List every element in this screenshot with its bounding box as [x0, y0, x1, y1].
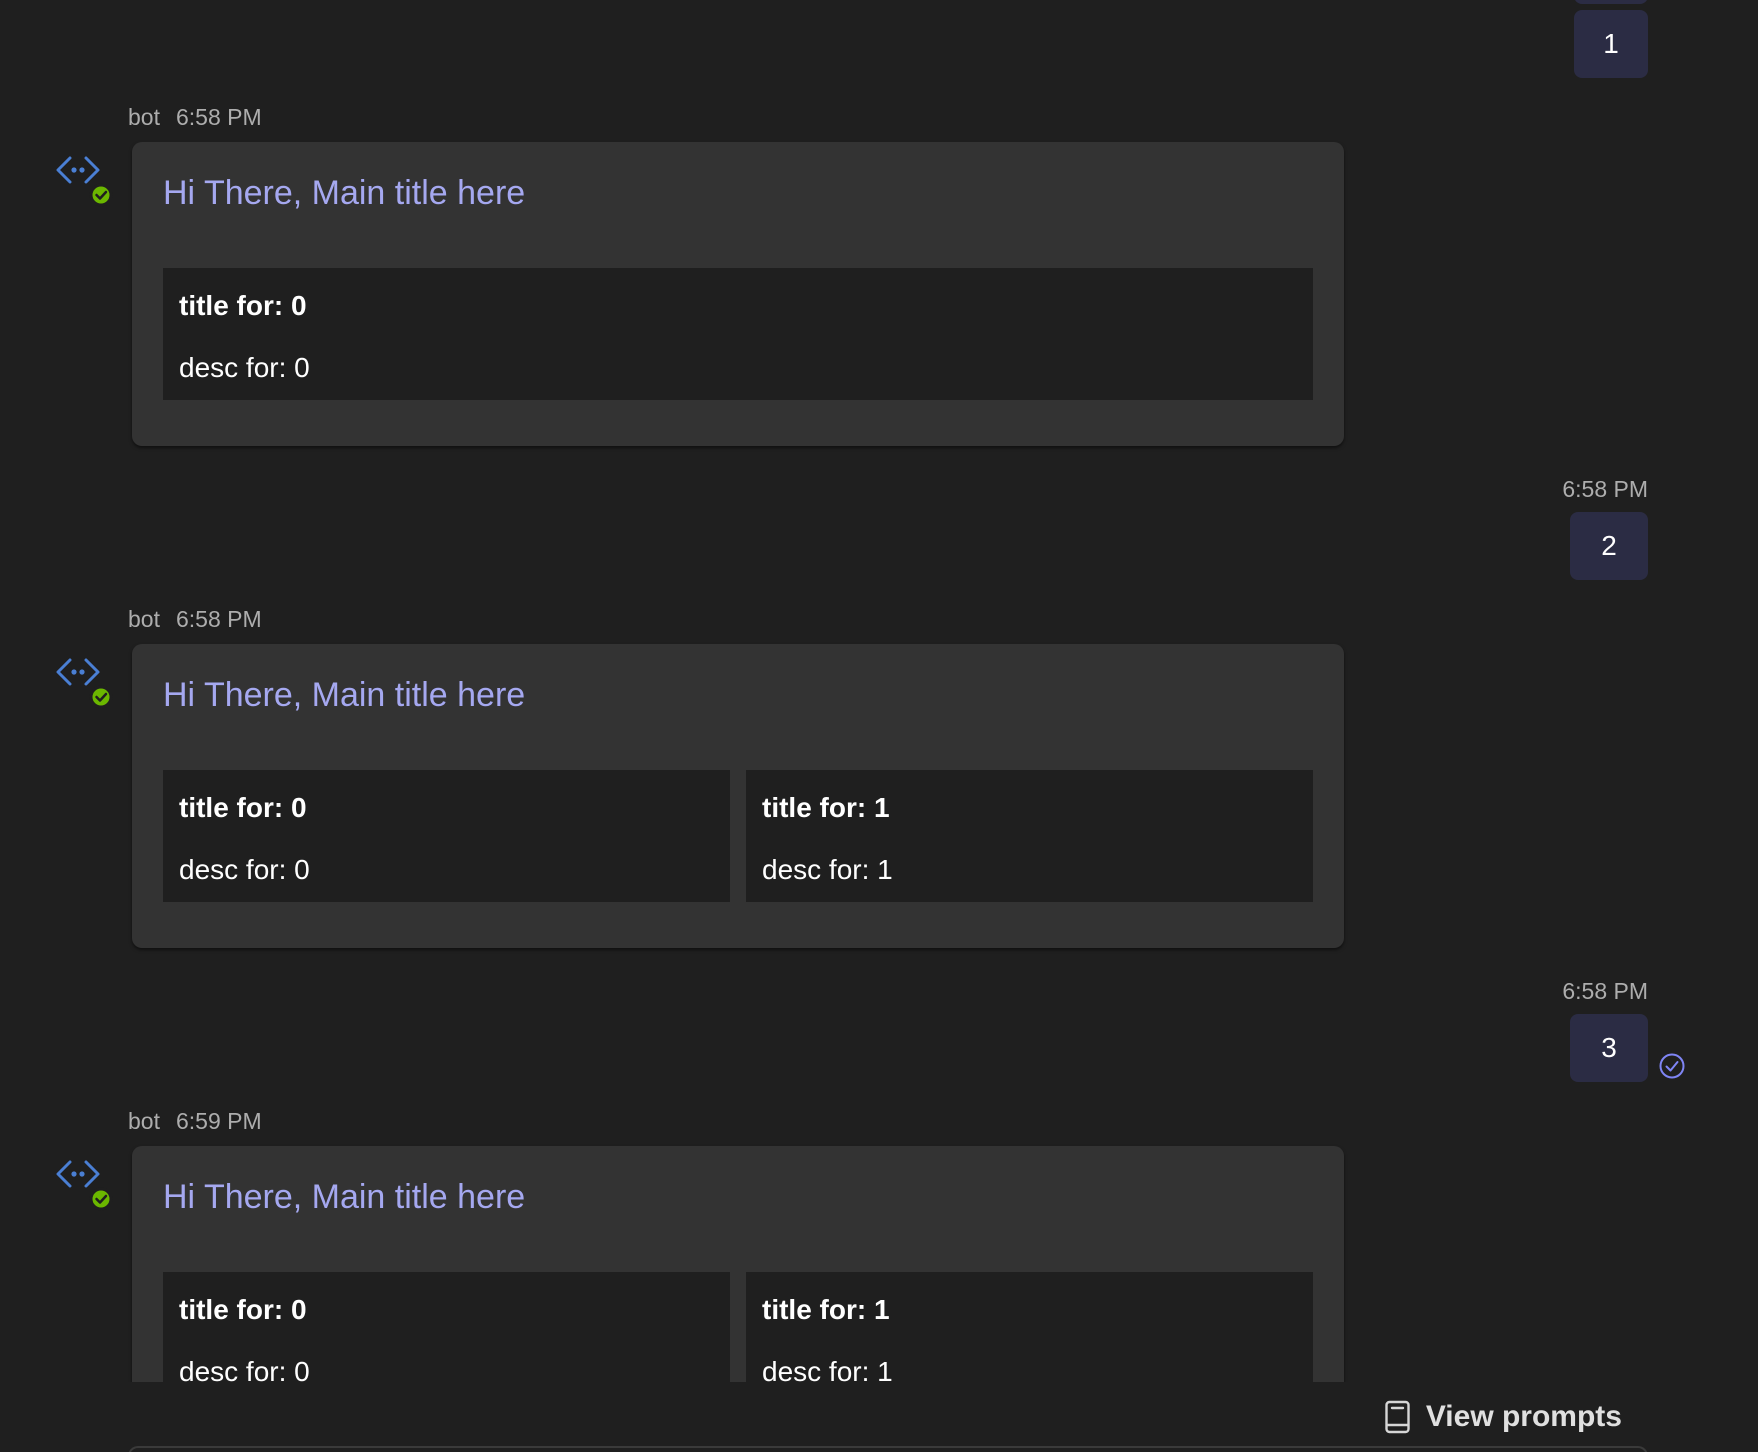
- bot-message-time: 6:58 PM: [175, 606, 262, 632]
- view-prompts-label: View prompts: [1425, 1400, 1622, 1433]
- bot-message-header: bot 6:59 PM: [128, 1108, 262, 1135]
- card-item-title: title for: 0: [179, 290, 307, 321]
- user-message-text: 2: [1601, 530, 1617, 561]
- bot-message-header: bot 6:58 PM: [128, 104, 262, 131]
- card-item-desc: desc for: 1: [762, 1356, 893, 1382]
- bot-avatar-icon[interactable]: [56, 1156, 114, 1214]
- adaptive-card: Hi There, Main title here title for: 0 d…: [132, 644, 1344, 948]
- card-item: title for: 1 desc for: 1: [746, 770, 1313, 902]
- card-item-title: title for: 1: [762, 1294, 890, 1325]
- user-message-time: 6:58 PM: [1562, 476, 1648, 502]
- compose-area: View prompts: [0, 1382, 1758, 1452]
- adaptive-card: Hi There, Main title here title for: 0 d…: [132, 142, 1344, 446]
- card-title: Hi There, Main title here: [163, 676, 526, 714]
- card-item: title for: 0 desc for: 0: [163, 1272, 730, 1382]
- book-icon: [1385, 1400, 1410, 1434]
- adaptive-card: Hi There, Main title here title for: 0 d…: [132, 1146, 1344, 1382]
- user-message-time: 6:58 PM: [1562, 978, 1648, 1004]
- message-compose-box[interactable]: [128, 1446, 1648, 1452]
- card-item-desc: desc for: 0: [179, 352, 310, 383]
- bot-sender-name: bot: [128, 606, 160, 632]
- user-message-bubble[interactable]: 2: [1570, 512, 1648, 580]
- card-item-desc: desc for: 1: [762, 854, 893, 885]
- bot-sender-name: bot: [128, 1108, 160, 1134]
- card-item-title: title for: 1: [762, 792, 890, 823]
- view-prompts-button[interactable]: View prompts: [1384, 1400, 1622, 1434]
- card-title: Hi There, Main title here: [163, 1178, 526, 1216]
- bot-avatar-icon[interactable]: [56, 152, 114, 210]
- bot-message-header: bot 6:58 PM: [128, 606, 262, 633]
- bot-message-time: 6:58 PM: [175, 104, 262, 130]
- user-message-bubble[interactable]: [1574, 0, 1648, 4]
- card-item: title for: 0 desc for: 0: [163, 268, 1313, 400]
- bot-sender-name: bot: [128, 104, 160, 130]
- chat-window: 1 bot 6:58 PM Hi There, Main title here t…: [0, 0, 1758, 1452]
- bot-message-time: 6:59 PM: [175, 1108, 262, 1134]
- user-message-text: 1: [1603, 28, 1619, 59]
- card-item-title: title for: 0: [179, 1294, 307, 1325]
- card-item-desc: desc for: 0: [179, 1356, 310, 1382]
- card-title: Hi There, Main title here: [163, 174, 526, 212]
- card-items: title for: 0 desc for: 0: [163, 268, 1313, 400]
- card-items: title for: 0 desc for: 0 title for: 1 de…: [163, 770, 1313, 902]
- card-items: title for: 0 desc for: 0 title for: 1 de…: [163, 1272, 1313, 1382]
- card-item-title: title for: 0: [179, 792, 307, 823]
- user-message-bubble[interactable]: 3: [1570, 1014, 1648, 1082]
- card-item: title for: 0 desc for: 0: [163, 770, 730, 902]
- user-message-text: 3: [1601, 1032, 1617, 1063]
- chat-message-list[interactable]: 1 bot 6:58 PM Hi There, Main title here t…: [0, 0, 1758, 1382]
- card-item: title for: 1 desc for: 1: [746, 1272, 1313, 1382]
- read-receipt-icon: [1659, 1053, 1685, 1079]
- bot-avatar-icon[interactable]: [56, 654, 114, 712]
- card-item-desc: desc for: 0: [179, 854, 310, 885]
- user-message-bubble[interactable]: 1: [1574, 10, 1648, 78]
